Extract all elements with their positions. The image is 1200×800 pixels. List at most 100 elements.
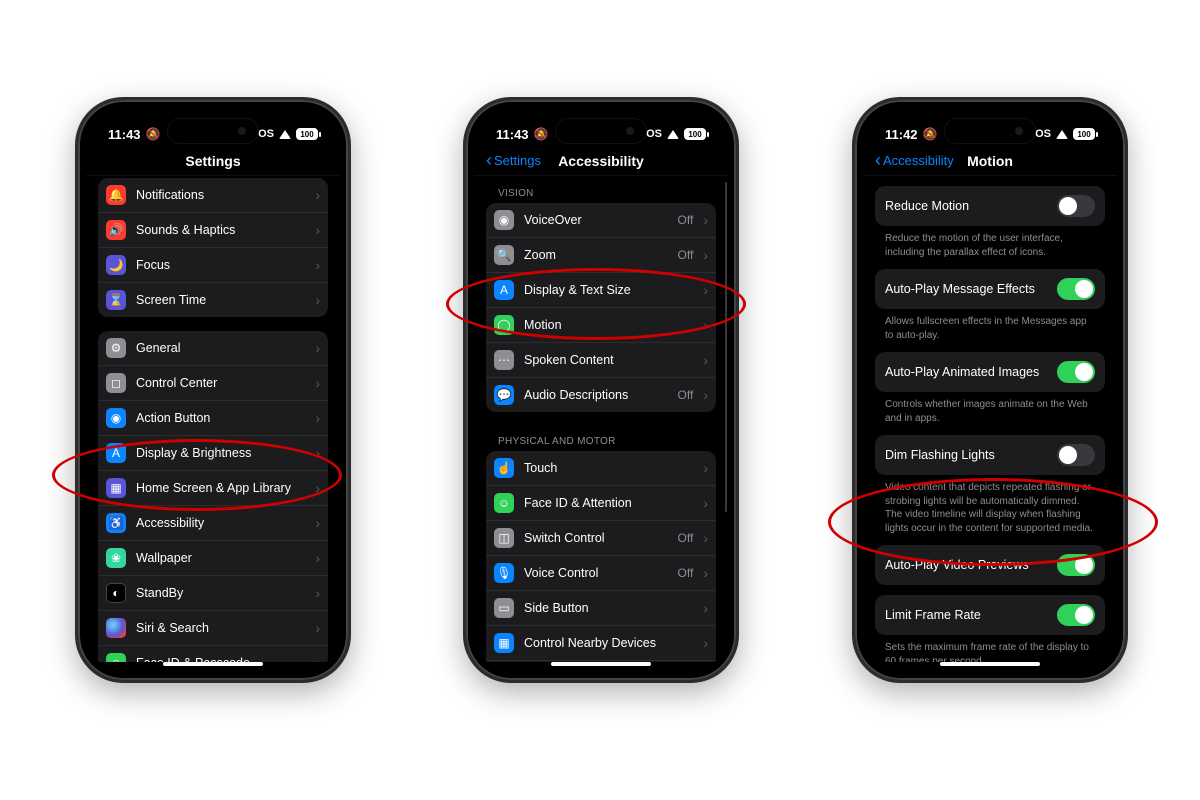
switch-control-icon: ◫ [494, 528, 514, 548]
side-button-row[interactable]: ▭Side Button› [486, 591, 716, 626]
chevron-left-icon: ‹ [486, 151, 492, 169]
focus-row[interactable]: 🌙Focus› [98, 248, 328, 283]
row-label: Auto-Play Message Effects [885, 282, 1047, 296]
row-label: General [136, 341, 305, 355]
autoplay-message-toggle[interactable] [1057, 278, 1095, 300]
chevron-right-icon: › [315, 515, 320, 531]
audio-desc-icon: 💬 [494, 385, 514, 405]
page-title: Accessibility [558, 153, 644, 169]
back-button[interactable]: ‹ Accessibility [875, 152, 954, 170]
autoplay-message-row[interactable]: Auto-Play Message Effects [875, 269, 1105, 309]
face-attention-row[interactable]: ☺Face ID & Attention› [486, 486, 716, 521]
navbar: Settings [86, 146, 340, 176]
home-indicator[interactable] [940, 662, 1040, 666]
row-label: Control Nearby Devices [524, 636, 693, 650]
home-screen-icon: ▦ [106, 478, 126, 498]
control-center-row[interactable]: ◻Control Center› [98, 366, 328, 401]
autoplay-video-toggle[interactable] [1057, 554, 1095, 576]
autoplay-animated-row[interactable]: Auto-Play Animated Images [875, 352, 1105, 392]
status-time: 11:43 [108, 127, 141, 142]
action-button-icon: ◉ [106, 408, 126, 428]
limit-frame-rate-row[interactable]: Limit Frame Rate [875, 595, 1105, 635]
dim-flashing-row[interactable]: Dim Flashing Lights [875, 435, 1105, 475]
motion-row[interactable]: ◯Motion› [486, 308, 716, 343]
notifications-icon: 🔔 [106, 185, 126, 205]
content[interactable]: 🔔Notifications›🔊Sounds & Haptics›🌙Focus›… [86, 178, 340, 662]
row-subtext: Sets the maximum frame rate of the displ… [875, 637, 1105, 662]
phone-accessibility: 11:43 🔕 SOS 100 ‹ Settings Accessibility… [463, 97, 739, 683]
zoom-row[interactable]: 🔍ZoomOff› [486, 238, 716, 273]
general-row[interactable]: ⚙General› [98, 331, 328, 366]
voice-control-row[interactable]: 🎙Voice ControlOff› [486, 556, 716, 591]
touch-icon: ☝ [494, 458, 514, 478]
content[interactable]: Reduce Motion Reduce the motion of the us… [863, 178, 1117, 662]
row-label: Audio Descriptions [524, 388, 668, 402]
touch-row[interactable]: ☝Touch› [486, 451, 716, 486]
voiceover-row[interactable]: ◉VoiceOverOff› [486, 203, 716, 238]
phone-motion: 11:42 🔕 SOS 100 ‹ Accessibility Motion R… [852, 97, 1128, 683]
notifications-row[interactable]: 🔔Notifications› [98, 178, 328, 213]
row-label: VoiceOver [524, 213, 668, 227]
display-brightness-row[interactable]: ADisplay & Brightness› [98, 436, 328, 471]
screentime-row[interactable]: ⌛Screen Time› [98, 283, 328, 317]
status-time: 11:42 [885, 127, 918, 142]
row-label: Spoken Content [524, 353, 693, 367]
content[interactable]: VISION◉VoiceOverOff›🔍ZoomOff›ADisplay & … [474, 178, 728, 662]
screen: 11:42 🔕 SOS 100 ‹ Accessibility Motion R… [863, 108, 1117, 672]
autoplay-animated-toggle[interactable] [1057, 361, 1095, 383]
back-label: Accessibility [883, 153, 954, 168]
accessibility-row[interactable]: ♿Accessibility› [98, 506, 328, 541]
status-time: 11:43 [496, 127, 529, 142]
toggle-group: Auto-Play Video Previews [875, 545, 1105, 585]
row-subtext: Reduce the motion of the user interface,… [875, 228, 1105, 269]
spoken-content-row[interactable]: ⋯Spoken Content› [486, 343, 716, 378]
dim-flashing-toggle[interactable] [1057, 444, 1095, 466]
autoplay-video-row[interactable]: Auto-Play Video Previews [875, 545, 1105, 585]
wallpaper-row[interactable]: ❀Wallpaper› [98, 541, 328, 576]
action-button-row[interactable]: ◉ Action Button › [98, 401, 328, 436]
back-button[interactable]: ‹ Settings [486, 152, 541, 170]
settings-group: ⚙General›◻Control Center› ◉ Action Button ›… [98, 331, 328, 662]
chevron-right-icon: › [315, 410, 320, 426]
chevron-right-icon: › [315, 257, 320, 273]
chevron-left-icon: ‹ [875, 151, 881, 169]
motion-icon: ◯ [494, 315, 514, 335]
wifi-icon [667, 130, 679, 139]
reduce-motion-toggle[interactable] [1057, 195, 1095, 217]
toggle-group: Dim Flashing Lights [875, 435, 1105, 475]
faceid-icon: ☺ [106, 653, 126, 662]
standby-icon: ◐ [106, 583, 126, 603]
audio-desc-row[interactable]: 💬Audio DescriptionsOff› [486, 378, 716, 412]
row-value: Off [678, 566, 694, 580]
siri-row[interactable]: Siri & Search› [98, 611, 328, 646]
row-label: Face ID & Attention [524, 496, 693, 510]
scroll-indicator[interactable] [725, 182, 727, 512]
home-indicator[interactable] [551, 662, 651, 666]
side-button-icon: ▭ [494, 598, 514, 618]
row-label: Voice Control [524, 566, 668, 580]
voice-control-icon: 🎙 [494, 563, 514, 583]
row-label: Touch [524, 461, 693, 475]
reduce-motion-row[interactable]: Reduce Motion [875, 186, 1105, 226]
dynamic-island [555, 118, 647, 144]
back-label: Settings [494, 153, 541, 168]
row-label: Dim Flashing Lights [885, 448, 1047, 462]
chevron-right-icon: › [315, 375, 320, 391]
limit-frame-rate-toggle[interactable] [1057, 604, 1095, 626]
switch-control-row[interactable]: ◫Switch ControlOff› [486, 521, 716, 556]
chevron-right-icon: › [315, 480, 320, 496]
row-value: Off [678, 248, 694, 262]
row-label: Reduce Motion [885, 199, 1047, 213]
sounds-row[interactable]: 🔊Sounds & Haptics› [98, 213, 328, 248]
focus-icon: 🌙 [106, 255, 126, 275]
home-screen-row[interactable]: ▦ Home Screen & App Library › [98, 471, 328, 506]
dynamic-island [944, 118, 1036, 144]
row-label: Action Button [136, 411, 305, 425]
chevron-right-icon: › [703, 387, 708, 403]
home-indicator[interactable] [163, 662, 263, 666]
row-label: Home Screen & App Library [136, 481, 305, 495]
standby-row[interactable]: ◐StandBy› [98, 576, 328, 611]
nearby-devices-row[interactable]: ▦Control Nearby Devices› [486, 626, 716, 661]
display-text-row[interactable]: ADisplay & Text Size› [486, 273, 716, 308]
faceid-row[interactable]: ☺Face ID & Passcode› [98, 646, 328, 662]
